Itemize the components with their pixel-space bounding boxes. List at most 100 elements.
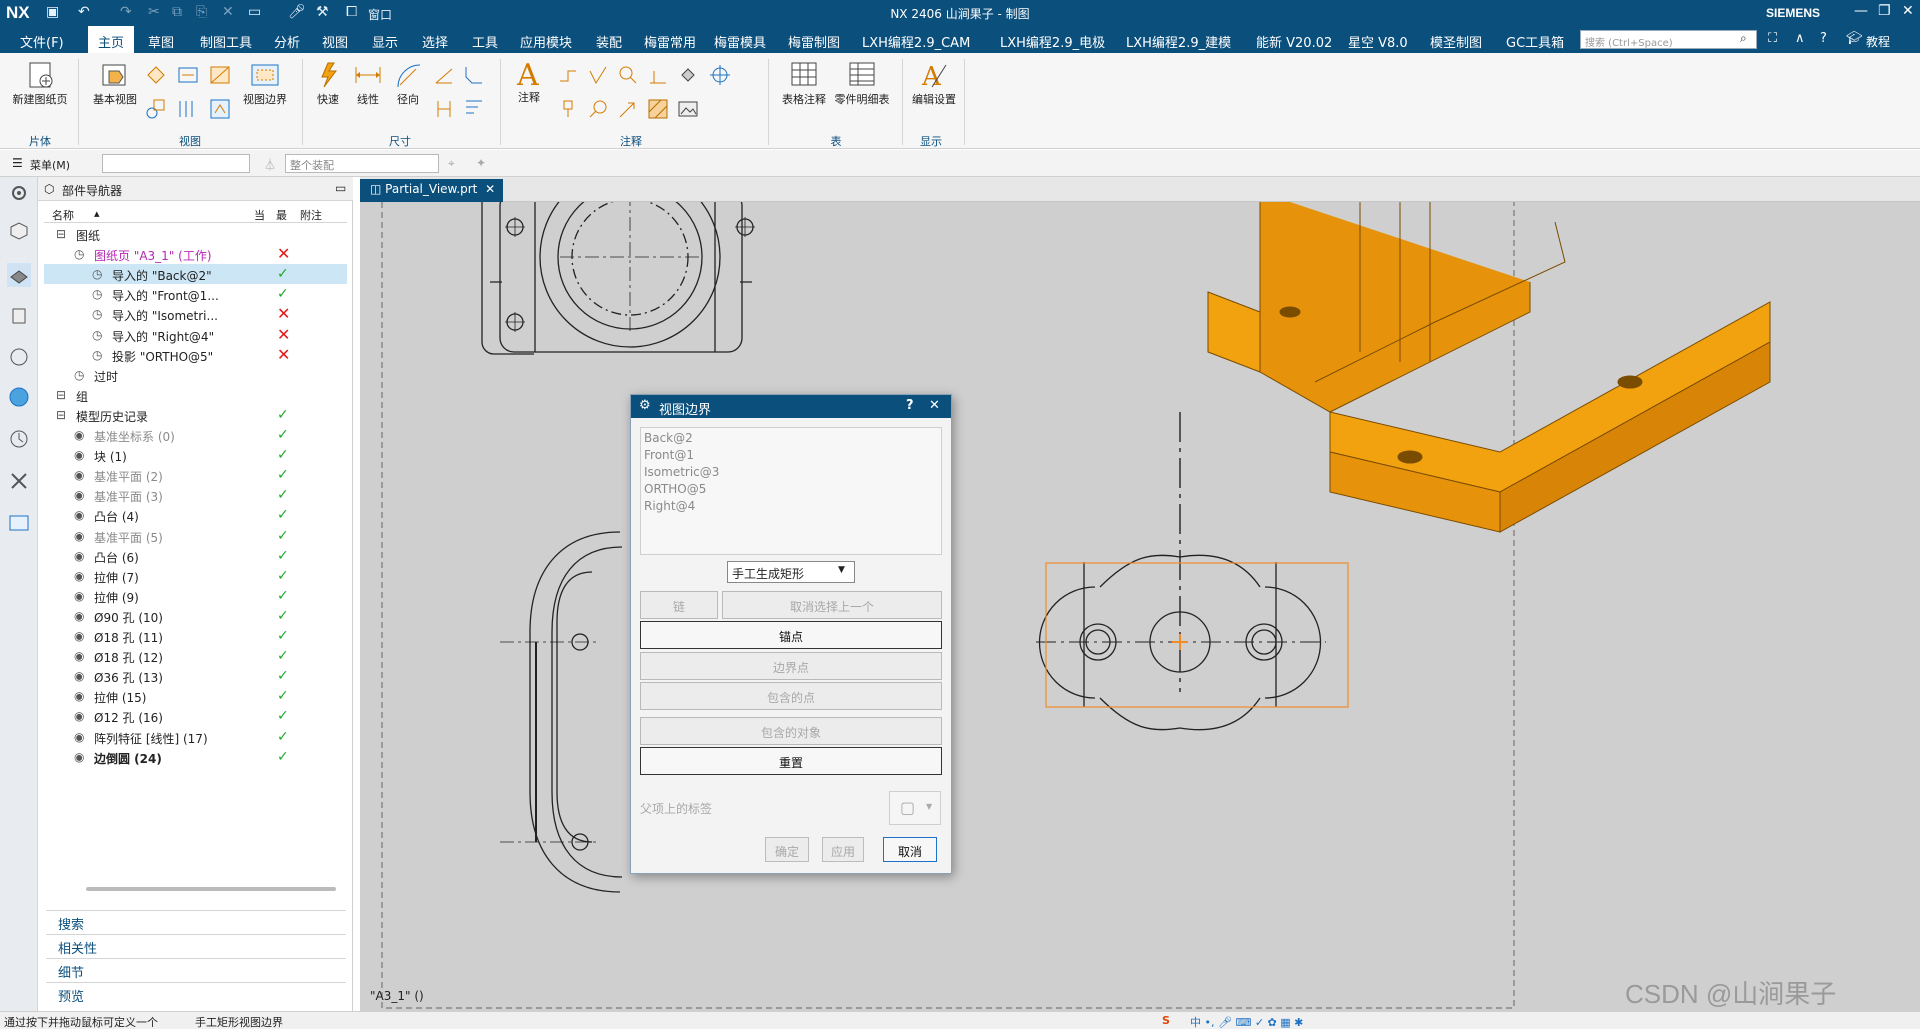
column-name[interactable]: 名称 [52,207,74,223]
cancel-last-selection-button[interactable]: 取消选择上一个 [722,591,942,619]
tree-row[interactable]: ◷ 导入的 "Back@2" ✓ [44,264,347,285]
hamburger-icon[interactable]: ☰ [12,156,23,170]
menu-item[interactable]: 分析 [274,32,300,51]
menu-item[interactable]: LXH编程2.9_建模 [1126,32,1231,51]
include-object-button[interactable]: 包含的对象 [640,717,942,745]
globe-icon[interactable] [7,385,31,409]
restore-icon[interactable]: ❐ [1878,3,1891,19]
apply-button[interactable]: 应用 [822,837,864,862]
role-icon[interactable] [7,511,31,535]
tree-row[interactable]: ◉ Ø12 孔 (16) ✓ [44,706,347,726]
tree-row[interactable]: ◉ 基准平面 (5) ✓ [44,526,347,546]
menu-item[interactable]: 制图工具 [200,32,252,51]
section-details[interactable]: 细节 [46,958,346,981]
tree-row[interactable]: ◉ 拉伸 (7) ✓ [44,566,347,586]
web-browser-icon[interactable] [7,345,31,369]
tree-row[interactable]: ⊟ 图纸 [44,224,347,244]
parts-list-button[interactable]: 零件明细表 [832,59,892,107]
ok-button[interactable]: 确定 [765,837,809,862]
tutorial-icon[interactable]: 🎓︎ [1846,31,1863,46]
view-list-item[interactable]: Front@1 [644,447,938,464]
search-icon[interactable]: ⌕ [1740,31,1747,46]
tab-close-icon[interactable]: ✕ [485,182,495,196]
table-note-button[interactable]: 表格注释 [776,59,832,107]
filter-icon[interactable]: ⏃ [264,156,276,173]
menu-item[interactable]: 选择 [422,32,448,51]
menu-item[interactable]: 梅雷模具 [714,32,766,51]
id-symbol-icon[interactable] [556,97,580,121]
collapse-ribbon-icon[interactable]: ∧ [1795,31,1805,46]
tree-row[interactable]: ◷ 过时 [44,365,347,385]
fullscreen-icon[interactable]: ⛶ [1768,31,1777,46]
tree-row[interactable]: ⊟ 模型历史记录 ✓ [44,405,347,425]
section-dependencies[interactable]: 相关性 [46,934,346,957]
assembly-navigator-icon[interactable] [7,219,31,243]
tree-row[interactable]: ◷ 导入的 "Isometri... ✕ [44,304,347,324]
thickness-dimension-icon[interactable] [432,97,456,121]
help-icon[interactable]: ? [906,398,914,413]
tree-row[interactable]: ⊟ 组 [44,385,347,405]
target-point-icon[interactable] [616,97,640,121]
menu-item[interactable]: 应用模块 [520,32,572,51]
tree-row[interactable]: ◉ 块 (1) ✓ [44,445,347,465]
view-list-item[interactable]: Right@4 [644,498,938,515]
menu-item[interactable]: LXH编程2.9_电极 [1000,32,1105,51]
section-preview[interactable]: 预览 [46,982,346,1005]
close-icon[interactable]: ✕ [929,398,940,413]
ordinate-dimension-icon[interactable] [462,97,486,121]
command-search-input[interactable]: 搜索 (Ctrl+Space) [1580,30,1757,49]
view-list-item[interactable]: Back@2 [644,430,938,447]
break-view-icon[interactable] [176,97,200,121]
tree-row[interactable]: ◉ 基准平面 (3) ✓ [44,485,347,505]
horizontal-scrollbar[interactable] [86,887,336,891]
ime-logo-icon[interactable]: S [1162,1014,1170,1027]
weld-symbol-icon[interactable] [646,63,670,87]
tree-row[interactable]: ◉ 凸台 (4) ✓ [44,505,347,525]
section-search[interactable]: 搜索 [46,910,346,933]
detail-view-icon[interactable] [176,63,200,87]
balloon-icon[interactable] [586,97,610,121]
menu-item[interactable]: 文件(F) [20,32,64,51]
menu-item[interactable]: 显示 [372,32,398,51]
cancel-button[interactable]: 取消 [883,837,937,862]
center-mark-icon[interactable] [708,63,732,87]
tree-row[interactable]: ◉ 边倒圆 (24) ✓ [44,747,347,767]
datum-target-icon[interactable] [616,63,640,87]
column-current[interactable]: 当 [254,207,265,223]
tree-row[interactable]: ◉ Ø36 孔 (13) ✓ [44,666,347,686]
view-creation-icon[interactable] [144,97,168,121]
fill-icon[interactable] [676,63,700,87]
snap-options-icon[interactable]: ✦ [476,156,486,170]
tree-row[interactable]: ◉ Ø18 孔 (11) ✓ [44,626,347,646]
view-boundary-button[interactable]: 视图边界 [236,59,294,107]
sort-icon[interactable]: ▴ [94,207,100,220]
menu-item[interactable]: 草图 [148,32,174,51]
menu-item[interactable]: 模圣制图 [1430,32,1482,51]
menu-item[interactable]: 星空 V8.0 [1348,32,1408,51]
view-boundary-dialog[interactable]: ⚙ 视图边界 ? ✕ Back@2 Front@1 Isometric@3 OR… [630,394,952,874]
hatch-icon[interactable] [646,97,670,121]
settings-icon[interactable] [7,181,31,205]
anchor-point-button[interactable]: 锚点 [640,621,942,649]
reuse-library-icon[interactable] [7,303,31,327]
include-point-button[interactable]: 包含的点 [640,682,942,710]
chain-button[interactable]: 链 [640,591,718,619]
dialog-title-bar[interactable]: ⚙ 视图边界 ? ✕ [631,395,951,418]
tree-row[interactable]: ◉ 拉伸 (9) ✓ [44,586,347,606]
tree-row[interactable]: ◉ 拉伸 (15) ✓ [44,686,347,706]
tree-row[interactable]: ◉ 阵列特征 [线性] (17) ✓ [44,727,347,747]
projected-view-icon[interactable] [144,63,168,87]
ime-toolbar-icon[interactable]: 中 •, 🎤︎ ⌨ ✓ ✿ ▦ ✱ [1190,1014,1303,1030]
menu-item[interactable]: 工具 [472,32,498,51]
menu-item[interactable]: LXH编程2.9_CAM [862,32,970,51]
edit-settings-button[interactable]: A 编辑设置 [908,59,960,107]
tree-row[interactable]: ◉ 基准坐标系 (0) ✓ [44,425,347,445]
column-latest[interactable]: 最 [276,207,287,223]
maximize-panel-icon[interactable]: ▭ [335,181,346,195]
column-notes[interactable]: 附注 [300,207,322,223]
close-icon[interactable]: ✕ [1902,3,1914,19]
menu-item[interactable]: 装配 [596,32,622,51]
tools-icon[interactable] [7,469,31,493]
update-view-icon[interactable] [208,97,232,121]
menu-item[interactable]: GC工具箱 [1506,32,1564,51]
